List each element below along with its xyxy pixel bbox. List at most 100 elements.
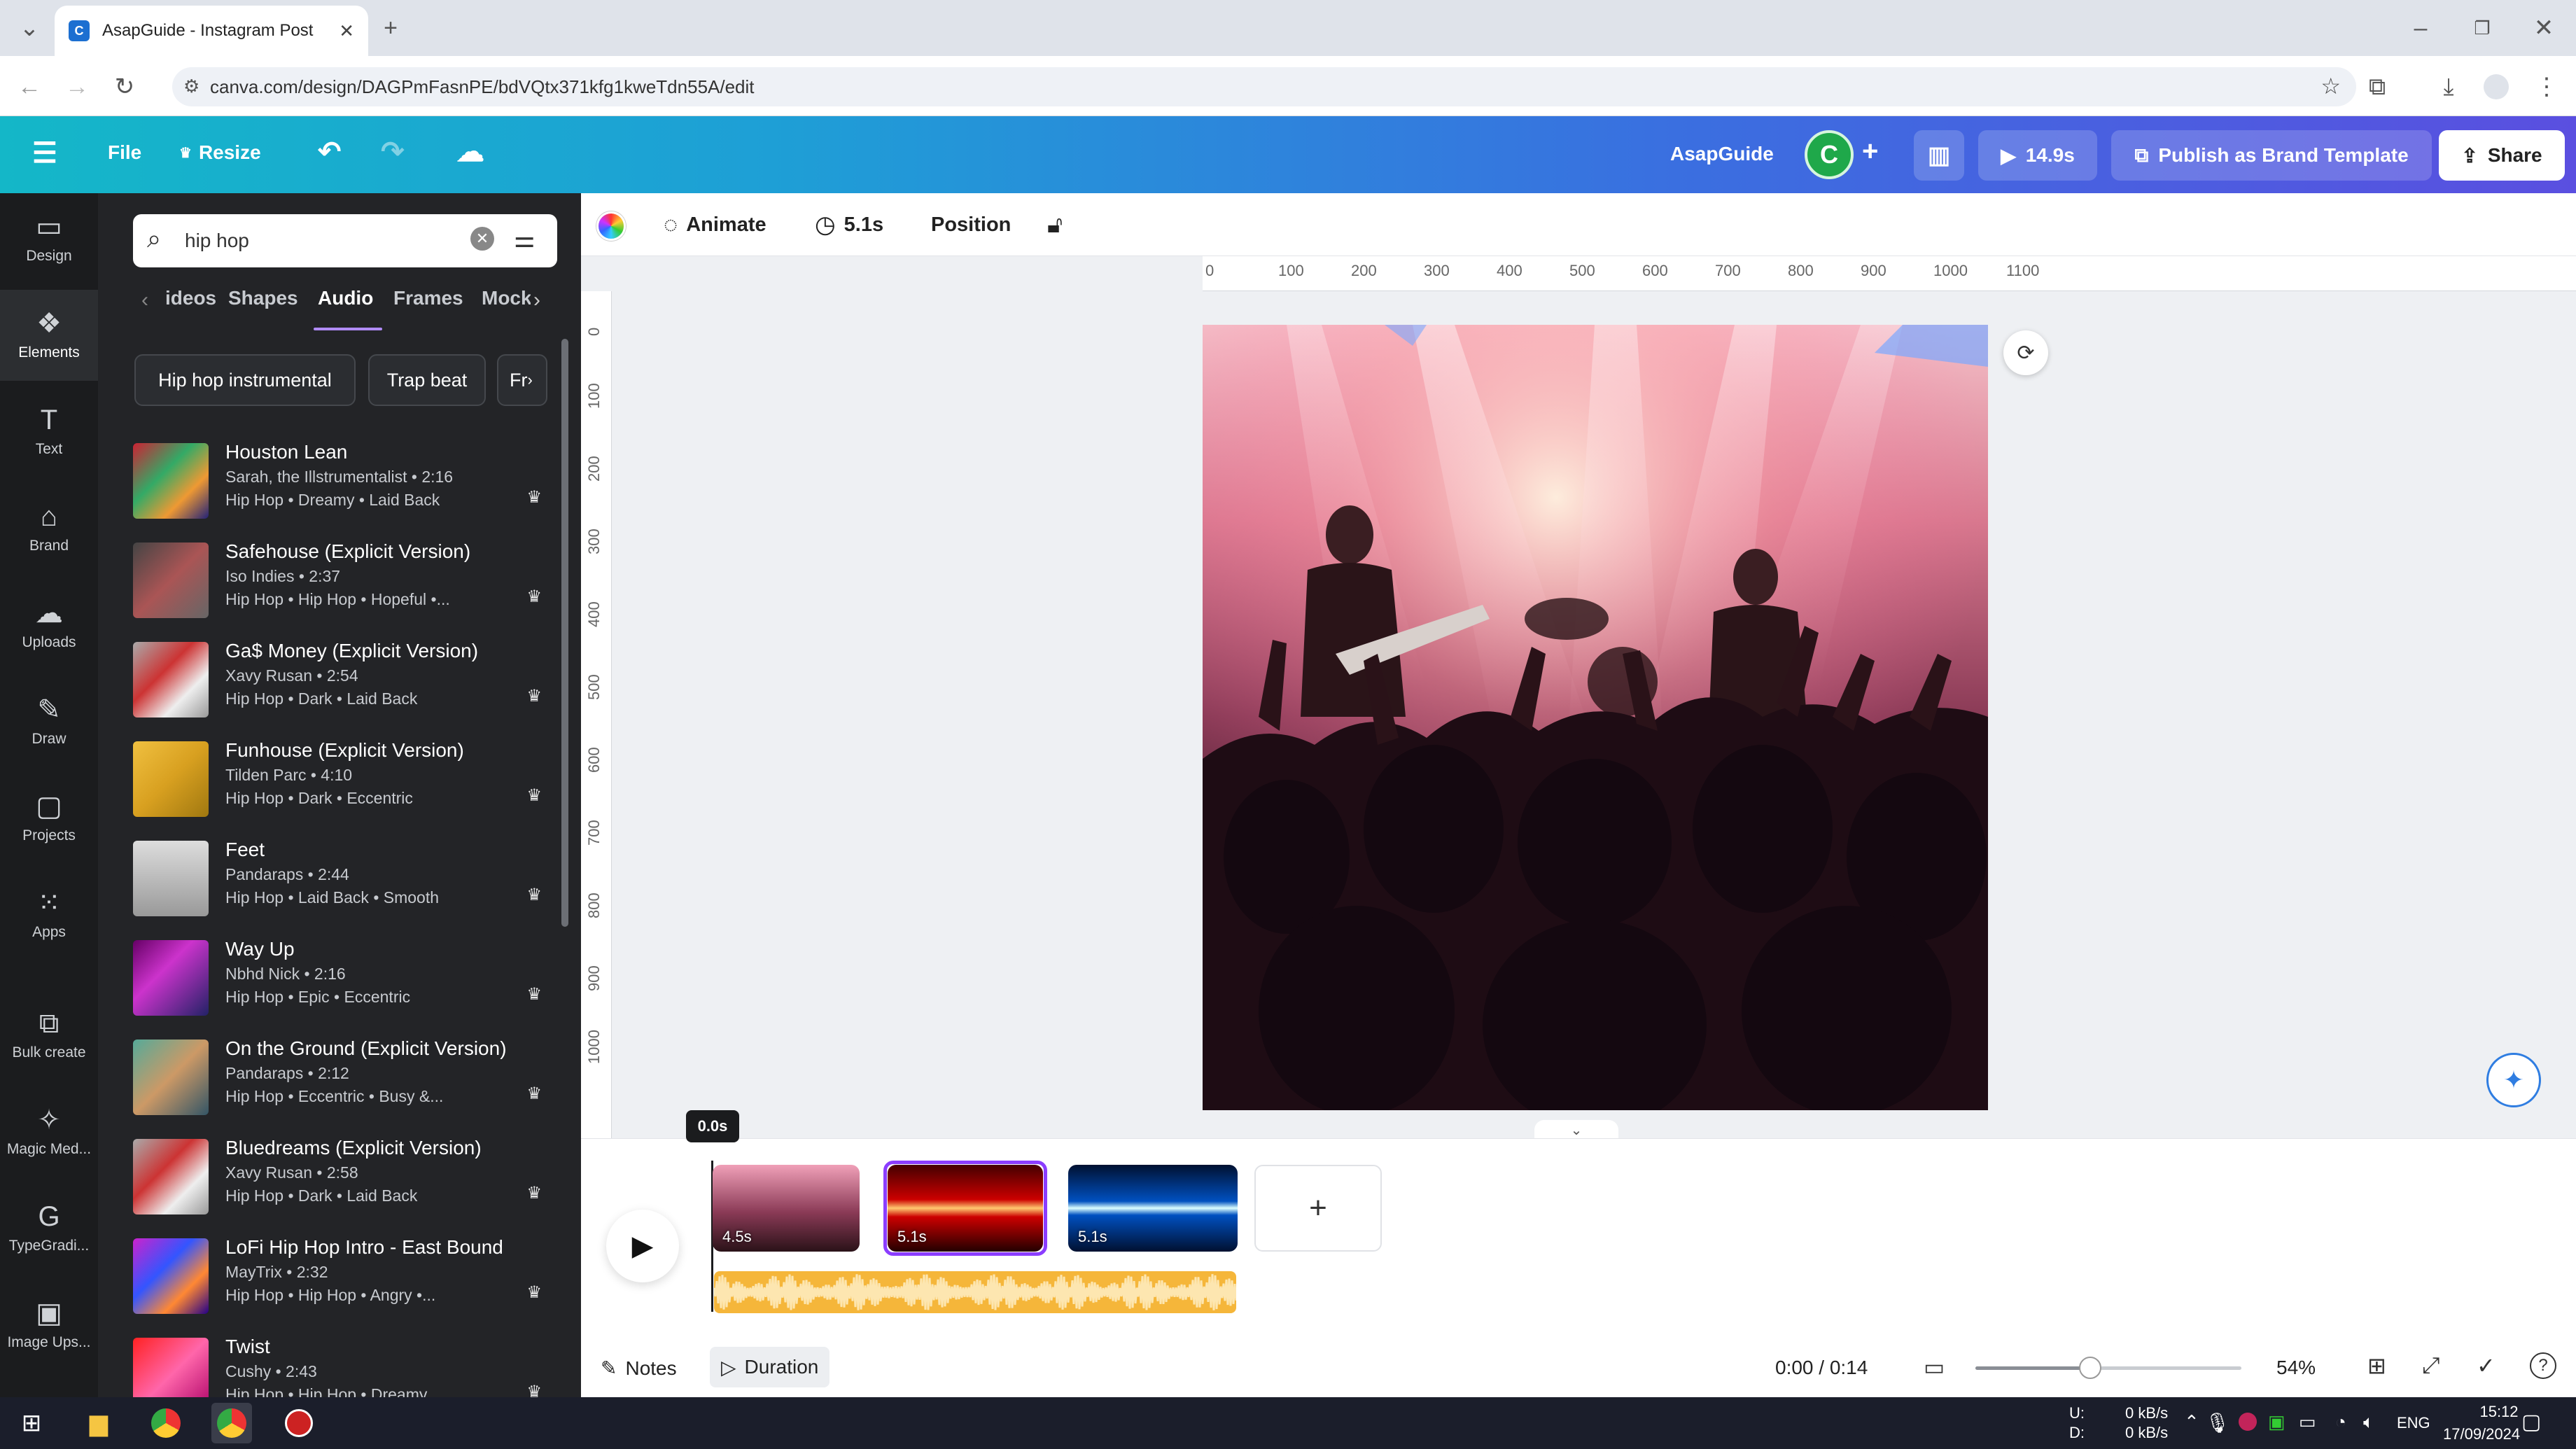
address-bar[interactable]: ⚙ canva.com/design/DAGPmFasnPE/bdVQtx371… (172, 67, 2356, 106)
track-thumbnail[interactable] (133, 1040, 209, 1115)
site-settings-icon[interactable]: ⚙ (183, 76, 200, 97)
audio-track-item[interactable]: LoFi Hip Hop Intro - East Bound MayTrix •… (133, 1226, 553, 1326)
present-play-button[interactable]: ▶ 14.9s (1978, 130, 2097, 181)
timeline-clip-3[interactable]: 5.1s (1068, 1165, 1238, 1252)
team-name[interactable]: AsapGuide (1670, 143, 1774, 165)
track-thumbnail[interactable] (133, 1139, 209, 1214)
tabs-scroll-left-icon[interactable]: ‹ (141, 288, 148, 312)
magic-assistant-icon[interactable]: ✦ (2486, 1053, 2541, 1107)
fullscreen-icon[interactable]: ⤢ (2422, 1352, 2440, 1379)
volume-icon[interactable]: 🔈︎ (2363, 1411, 2374, 1434)
extensions-icon[interactable]: ⧉ (2358, 67, 2397, 106)
resize-button[interactable]: ♛ Resize (179, 141, 261, 164)
date[interactable]: 17/09/2024 (2443, 1425, 2520, 1443)
download-icon[interactable]: ⤓ (2429, 67, 2468, 106)
timeline-clip-2[interactable]: 5.1s (888, 1165, 1043, 1252)
rail-item-design[interactable]: ▭ Design (0, 193, 98, 284)
reload-icon[interactable]: ↻ (105, 67, 144, 106)
audio-track-item[interactable]: Safehouse (Explicit Version) Iso Indies •… (133, 531, 553, 630)
panel-scrollbar[interactable] (561, 339, 568, 927)
chrome-icon[interactable] (146, 1403, 186, 1443)
language-indicator[interactable]: ENG (2397, 1414, 2430, 1432)
tray-display-icon[interactable]: ▭ (2299, 1411, 2316, 1433)
notifications-icon[interactable]: ▢ (2521, 1410, 2541, 1434)
rail-item-draw[interactable]: ✎ Draw (0, 676, 98, 767)
tray-green-icon[interactable]: ▣ (2268, 1411, 2286, 1433)
add-page-button[interactable]: + (1254, 1165, 1382, 1252)
track-thumbnail[interactable] (133, 443, 209, 519)
forward-icon[interactable]: → (57, 67, 97, 106)
collapse-timeline-icon[interactable]: ⌄ (1534, 1120, 1618, 1140)
tab-mockups[interactable]: Mock (482, 287, 531, 309)
chrome-active-icon[interactable] (211, 1403, 252, 1443)
audio-track[interactable] (714, 1271, 1236, 1313)
audio-track-item[interactable]: Bluedreams (Explicit Version) Xavy Rusan … (133, 1127, 553, 1226)
file-menu[interactable]: File (108, 141, 141, 164)
tab-shapes[interactable]: Shapes (228, 287, 298, 309)
avatar[interactable]: C (1805, 130, 1854, 179)
lock-icon[interactable]: 🔓︎ (1047, 193, 1063, 256)
rail-item-image-ups[interactable]: ▣ Image Ups... (0, 1280, 98, 1371)
rail-item-brand[interactable]: ⌂ Brand (0, 483, 98, 574)
tray-expand-icon[interactable]: ⌃ (2184, 1411, 2199, 1433)
track-thumbnail[interactable] (133, 940, 209, 1016)
insights-icon[interactable]: ▥ (1914, 130, 1964, 181)
tray-app-icon[interactable] (2239, 1413, 2257, 1431)
new-tab-icon[interactable]: + (371, 8, 410, 48)
audio-track-item[interactable]: Way Up Nbhd Nick • 2:16 Hip Hop • Epic • E… (133, 928, 553, 1028)
rail-item-magic-med[interactable]: ✧ Magic Med... (0, 1086, 98, 1177)
zoom-slider-thumb[interactable] (2079, 1357, 2101, 1379)
timeline-clip-1[interactable]: 4.5s (713, 1165, 860, 1252)
audio-track-item[interactable]: On the Ground (Explicit Version) Pandarap… (133, 1028, 553, 1127)
tab-search-icon[interactable]: ⌄ (10, 8, 49, 48)
profile-avatar[interactable] (2484, 74, 2509, 99)
add-people-icon[interactable]: + (1862, 136, 1878, 167)
cloud-save-icon[interactable]: ☁ (456, 136, 484, 168)
undo-icon[interactable]: ↶ (318, 136, 342, 168)
track-thumbnail[interactable] (133, 741, 209, 817)
redo-icon[interactable]: ↷ (381, 136, 405, 168)
track-thumbnail[interactable] (133, 642, 209, 718)
chip-more[interactable]: Fr › (497, 354, 547, 406)
notes-button[interactable]: ✎ Notes (601, 1357, 677, 1380)
bookmark-star-icon[interactable]: ☆ (2320, 73, 2341, 99)
windows-start-icon[interactable]: ⊞ (11, 1403, 52, 1443)
rail-item-bulk-create[interactable]: ⧉ Bulk create (0, 990, 98, 1081)
help-icon[interactable]: ? (2530, 1352, 2556, 1379)
tab-audio[interactable]: Audio (318, 287, 373, 309)
mic-icon[interactable]: 🎙︎ (2205, 1411, 2230, 1434)
audio-track-item[interactable]: Ga$ Money (Explicit Version) Xavy Rusan •… (133, 630, 553, 729)
audio-track-item[interactable]: Houston Lean Sarah, the Illstrumentalist … (133, 431, 553, 531)
tab-frames[interactable]: Frames (393, 287, 463, 309)
chip-hip-hop-instrumental[interactable]: Hip hop instrumental (134, 354, 356, 406)
clear-search-icon[interactable]: ✕ (470, 227, 494, 251)
tab-videos[interactable]: ideos (165, 287, 216, 309)
share-button[interactable]: ⇪ Share (2439, 130, 2565, 181)
concert-photo[interactable] (1203, 325, 1988, 1110)
check-icon[interactable]: ✓ (2477, 1352, 2496, 1379)
window-close-icon[interactable]: ✕ (2524, 8, 2563, 48)
filter-icon[interactable]: ⚌ (514, 225, 535, 253)
publish-brand-template-button[interactable]: ⧉ Publish as Brand Template (2111, 130, 2432, 181)
rail-item-elements[interactable]: ❖ Elements (0, 290, 98, 381)
duration-button[interactable]: ◷ 5.1s (815, 193, 883, 256)
rail-item-text[interactable]: T Text (0, 386, 98, 477)
file-explorer-icon[interactable]: ▆ (78, 1403, 119, 1443)
tab-close-icon[interactable]: ✕ (339, 20, 354, 42)
main-menu-icon[interactable]: ☰ (32, 137, 57, 169)
animate-button[interactable]: ◌ Animate (664, 193, 766, 256)
duration-view-button[interactable]: ▷ Duration (710, 1347, 830, 1387)
add-comment-icon[interactable]: ⟳ (2003, 330, 2048, 375)
track-thumbnail[interactable] (133, 542, 209, 618)
chip-trap-beat[interactable]: Trap beat (368, 354, 486, 406)
page-view-icon[interactable]: ▭ (1924, 1354, 1945, 1380)
grid-view-icon[interactable]: ⊞ (2367, 1352, 2386, 1379)
track-thumbnail[interactable] (133, 841, 209, 916)
rail-item-uploads[interactable]: ☁ Uploads (0, 580, 98, 671)
rail-item-typegradi[interactable]: G TypeGradi... (0, 1183, 98, 1274)
chrome-menu-icon[interactable]: ⋮ (2527, 67, 2566, 106)
rail-item-apps[interactable]: ⁙ Apps (0, 869, 98, 960)
timeline-play-button[interactable]: ▶ (606, 1210, 679, 1282)
back-icon[interactable]: ← (10, 67, 49, 106)
zoom-level[interactable]: 54% (2276, 1357, 2316, 1379)
